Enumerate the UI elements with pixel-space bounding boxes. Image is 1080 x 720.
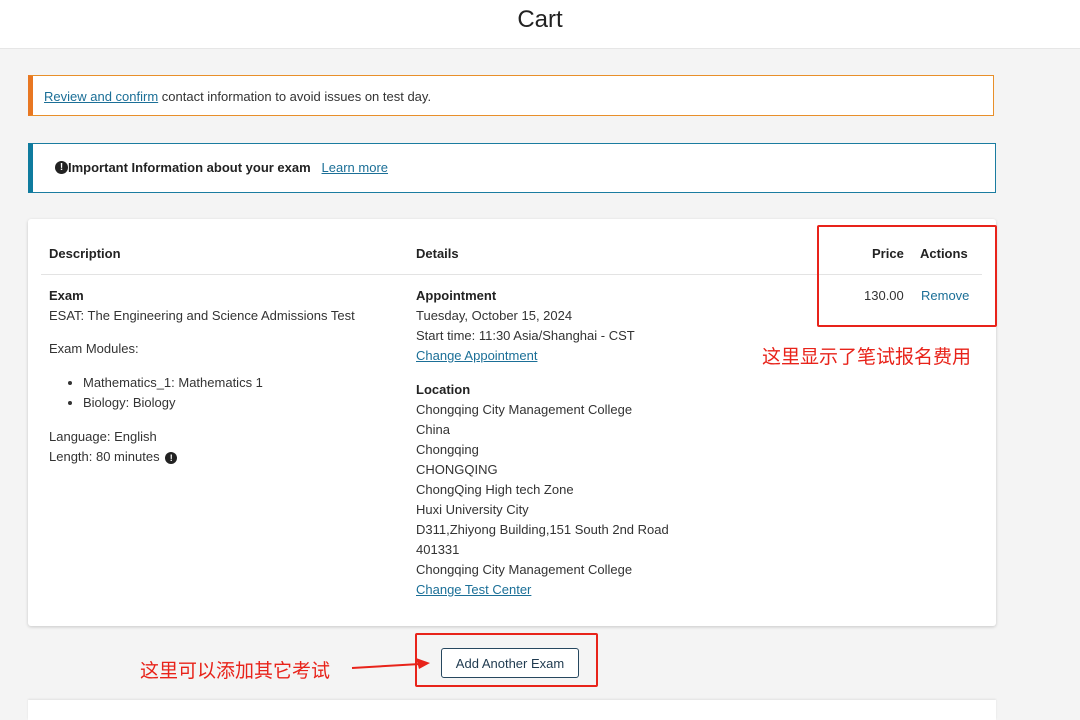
arrow-icon [351,658,430,669]
length-row: Length: 80 minutes ! [49,447,399,467]
location-line: 401331 [416,542,460,557]
appointment-label: Appointment [416,288,497,303]
location-line: Chongqing City Management College [416,562,633,577]
location-line: Huxi University City [416,502,529,517]
location-label: Location [416,382,471,397]
header-details: Details [416,246,459,261]
appointment-date: Tuesday, October 15, 2024 [416,308,573,323]
location-line: Chongqing City Management College [416,402,633,417]
modules-list: Mathematics_1: Mathematics 1 Biology: Bi… [49,373,399,413]
modules-label: Exam Modules: [49,341,139,356]
info-icon[interactable]: ! [165,451,178,464]
change-test-center-link[interactable]: Change Test Center [416,582,531,597]
exam-label: Exam [49,288,84,303]
important-info-alert: ! Important Information about your exam … [28,143,996,193]
module-item: Biology: Biology [83,393,399,413]
start-time: Start time: 11:30 Asia/Shanghai - CST [416,328,635,343]
length-text: Length: 80 minutes [49,449,160,464]
top-bar: Cart [0,0,1080,49]
exam-name: ESAT: The Engineering and Science Admiss… [49,308,355,323]
change-appointment-link[interactable]: Change Appointment [416,348,537,363]
info-icon: ! [55,161,68,174]
details-cell: Appointment Tuesday, October 15, 2024 St… [416,286,736,600]
location-line: China [416,422,450,437]
add-exam-annotation: 这里可以添加其它考试 [140,660,331,682]
description-cell: Exam ESAT: The Engineering and Science A… [49,286,399,467]
review-confirm-link[interactable]: Review and confirm [44,89,158,104]
module-item: Mathematics_1: Mathematics 1 [83,373,399,393]
contact-alert-text: contact information to avoid issues on t… [158,89,432,104]
bottom-card [28,700,996,720]
language-text: Language: English [49,429,157,444]
add-another-exam-button[interactable]: Add Another Exam [441,648,579,678]
important-info-text: Important Information about your exam [68,160,311,175]
contact-alert: Review and confirm contact information t… [28,75,994,116]
location-line: Chongqing [416,442,479,457]
location-line: CHONGQING [416,462,498,477]
price-annotation: 这里显示了笔试报名费用 [762,346,972,368]
location-line: ChongQing High tech Zone [416,482,574,497]
header-description: Description [49,246,121,261]
learn-more-link[interactable]: Learn more [322,160,388,175]
location-line: D311,Zhiyong Building,151 South 2nd Road [416,522,669,537]
page-title: Cart [517,6,563,33]
price-highlight-box [817,225,997,327]
